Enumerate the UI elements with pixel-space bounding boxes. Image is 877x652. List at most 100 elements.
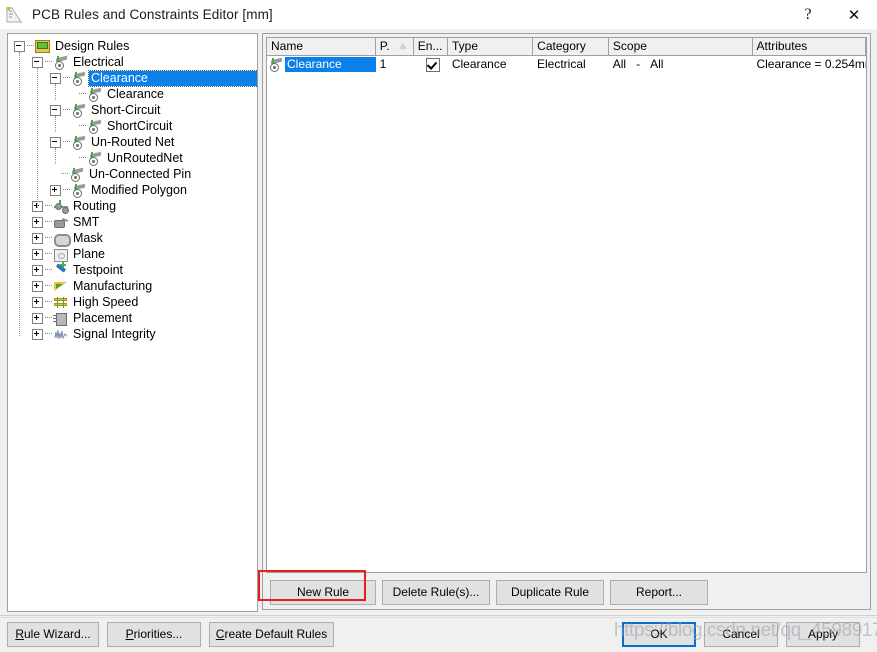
tree-node-modified-polygon[interactable]: Modified Polygon bbox=[8, 182, 257, 198]
column-header-type[interactable]: Type bbox=[448, 38, 534, 55]
tree-connector bbox=[45, 317, 52, 319]
tree-node-label: Un-Connected Pin bbox=[89, 166, 192, 181]
delete-rules-button[interactable]: Delete Rule(s)... bbox=[382, 580, 490, 605]
tree-node-design-rules[interactable]: Design Rules bbox=[8, 38, 257, 54]
expand-icon[interactable] bbox=[32, 312, 43, 324]
tree-node-label: Manufacturing bbox=[73, 278, 153, 293]
cell-name[interactable]: Clearance bbox=[267, 56, 376, 73]
design-rules-icon bbox=[35, 39, 51, 54]
ok-button[interactable]: OK bbox=[622, 622, 696, 647]
column-header-p-[interactable]: P. bbox=[375, 38, 414, 55]
expand-icon[interactable] bbox=[32, 296, 43, 308]
manufacturing-icon bbox=[53, 279, 69, 294]
cancel-button[interactable]: Cancel bbox=[704, 622, 778, 647]
tree-node-smt[interactable]: SMT bbox=[8, 214, 257, 230]
tree-node-label: Clearance bbox=[107, 86, 164, 101]
rules-grid-body[interactable]: Clearance 1 Clearance Electrical All - All Clea… bbox=[267, 56, 866, 73]
tree-node-plane[interactable]: Plane bbox=[8, 246, 257, 262]
tree-node-label: Testpoint bbox=[73, 262, 124, 277]
collapse-icon[interactable] bbox=[50, 72, 61, 84]
tree-node-label: Clearance bbox=[88, 69, 257, 87]
column-header-name[interactable]: Name bbox=[267, 38, 376, 55]
rules-tree[interactable]: Design Rules Electrical Clearance Clearance… bbox=[8, 34, 257, 342]
tree-connector bbox=[63, 141, 70, 143]
help-button[interactable]: ? bbox=[785, 0, 831, 29]
tree-node-mask[interactable]: Mask bbox=[8, 230, 257, 247]
tree-node-manufacturing[interactable]: Manufacturing bbox=[8, 278, 257, 294]
tree-node-label: Design Rules bbox=[55, 38, 130, 53]
column-header-category[interactable]: Category bbox=[533, 38, 609, 55]
tree-node-unroutednet[interactable]: UnRoutedNet bbox=[8, 150, 257, 166]
cell-scope[interactable]: All - All bbox=[609, 56, 753, 73]
rule-icon bbox=[71, 103, 87, 118]
apply-button[interactable]: Apply bbox=[786, 622, 860, 647]
column-header-attributes[interactable]: Attributes bbox=[752, 38, 866, 55]
tree-connector bbox=[63, 109, 70, 111]
cell-attributes[interactable]: Clearance = 0.254mm bbox=[752, 56, 866, 73]
report-button[interactable]: Report... bbox=[610, 580, 708, 605]
tree-node-testpoint[interactable]: Testpoint bbox=[8, 261, 257, 278]
expand-icon[interactable] bbox=[32, 328, 43, 340]
signal-integrity-icon bbox=[53, 327, 69, 342]
ruler-icon bbox=[5, 5, 25, 25]
rules-grid[interactable]: Name P. En... Type Category Scope Attributes … bbox=[266, 37, 867, 573]
mask-icon bbox=[53, 231, 71, 247]
expand-icon[interactable] bbox=[32, 216, 43, 228]
rule-icon bbox=[268, 57, 284, 72]
tree-node-label: Mask bbox=[73, 230, 103, 245]
collapse-icon[interactable] bbox=[14, 40, 25, 52]
cell-priority[interactable]: 1 bbox=[376, 56, 414, 73]
rules-tree-panel[interactable]: Design Rules Electrical Clearance Clearance… bbox=[7, 33, 258, 612]
rule-wizard-button[interactable]: Rule Wizard... bbox=[7, 622, 99, 647]
tree-node-electrical[interactable]: Electrical bbox=[8, 54, 257, 70]
tree-connector bbox=[45, 333, 52, 335]
tree-node-clearance[interactable]: Clearance bbox=[8, 69, 257, 87]
expand-icon[interactable] bbox=[32, 248, 43, 260]
collapse-icon[interactable] bbox=[32, 56, 43, 68]
expand-icon[interactable] bbox=[32, 232, 43, 244]
expand-icon[interactable] bbox=[50, 184, 61, 196]
tree-node-signal-integrity[interactable]: Signal Integrity bbox=[8, 326, 257, 342]
table-row[interactable]: Clearance 1 Clearance Electrical All - All Clea… bbox=[267, 56, 866, 73]
sort-ascending-icon bbox=[398, 43, 407, 49]
tree-node-high-speed[interactable]: High Speed bbox=[8, 294, 257, 310]
rule-icon bbox=[87, 87, 103, 102]
collapse-icon[interactable] bbox=[50, 136, 61, 148]
enabled-checkbox[interactable] bbox=[425, 58, 440, 72]
new-rule-button[interactable]: New Rule bbox=[270, 580, 376, 605]
tree-node-placement[interactable]: Placement bbox=[8, 310, 257, 326]
tree-node-routing[interactable]: Routing bbox=[8, 198, 257, 214]
cell-type[interactable]: Clearance bbox=[448, 56, 533, 73]
tree-node-clearance[interactable]: Clearance bbox=[8, 86, 257, 102]
tree-node-short-circuit[interactable]: Short-Circuit bbox=[8, 102, 257, 118]
column-header-scope[interactable]: Scope bbox=[608, 38, 753, 55]
column-header-en-[interactable]: En... bbox=[413, 38, 448, 55]
priorities-button[interactable]: Priorities... bbox=[107, 622, 201, 647]
tree-node-un-routed-net[interactable]: Un-Routed Net bbox=[8, 134, 257, 150]
collapse-icon[interactable] bbox=[50, 104, 61, 116]
tree-connector bbox=[45, 253, 52, 255]
duplicate-rule-button[interactable]: Duplicate Rule bbox=[496, 580, 604, 605]
expand-icon[interactable] bbox=[32, 280, 43, 292]
tree-node-shortcircuit[interactable]: ShortCircuit bbox=[8, 118, 257, 134]
create-default-rules-button[interactable]: Create Default Rules bbox=[209, 622, 334, 647]
close-icon[interactable]: ✕ bbox=[831, 0, 877, 29]
tree-node-un-connected-pin[interactable]: Un-Connected Pin bbox=[8, 166, 257, 182]
tree-node-label: Plane bbox=[73, 246, 105, 261]
tree-connector bbox=[45, 221, 52, 223]
dialog-body: Design Rules Electrical Clearance Clearance… bbox=[0, 29, 877, 617]
cell-category[interactable]: Electrical bbox=[533, 56, 609, 73]
cell-enabled[interactable] bbox=[414, 56, 448, 73]
expand-icon[interactable] bbox=[32, 264, 43, 276]
tree-connector bbox=[63, 189, 70, 191]
rules-grid-header[interactable]: Name P. En... Type Category Scope Attributes bbox=[267, 38, 866, 56]
tree-node-label: SMT bbox=[73, 214, 100, 229]
